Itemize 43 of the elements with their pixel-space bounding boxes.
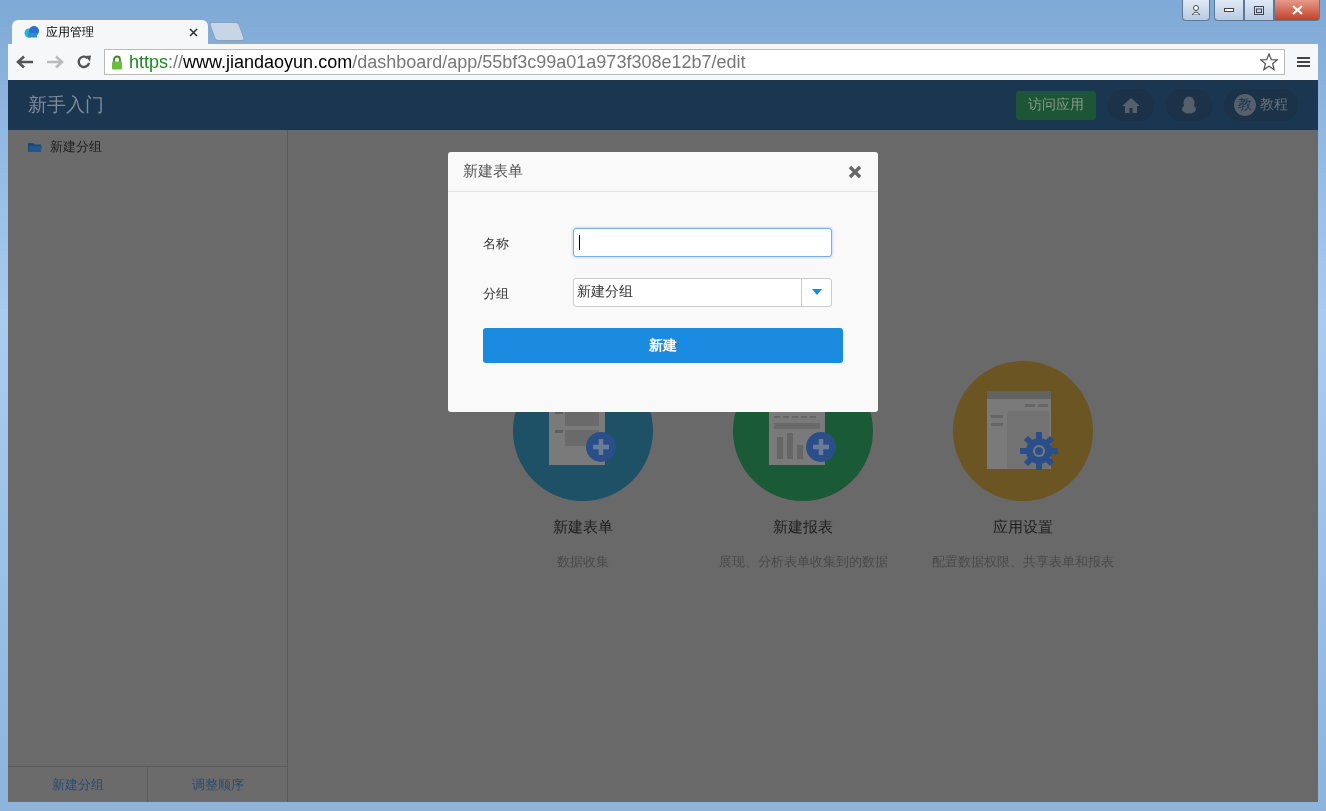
- address-bar[interactable]: https://www.jiandaoyun.com/dashboard/app/55bf3c99a01a973f308e12b7/edit: [104, 49, 1285, 75]
- maximize-icon: [1254, 5, 1264, 15]
- back-arrow-icon[interactable]: [16, 55, 34, 69]
- window-close-button[interactable]: [1274, 0, 1320, 21]
- caret-down-icon: [811, 289, 822, 295]
- folder-icon: [28, 141, 42, 153]
- tab-title: 应用管理: [46, 23, 95, 41]
- home-icon: [1121, 96, 1141, 114]
- dialog-title: 新建表单: [463, 162, 523, 181]
- name-input-field[interactable]: [573, 227, 832, 257]
- sidebar-group[interactable]: 新建分组: [8, 138, 287, 156]
- create-button[interactable]: 新建: [483, 328, 843, 363]
- tutorial-label: 教程: [1260, 96, 1288, 114]
- feature-title: 应用设置: [993, 518, 1053, 537]
- field-label: 名称: [483, 235, 510, 253]
- close-icon[interactable]: [189, 27, 198, 37]
- url-text: https://www.jiandaoyun.com/dashboard/app/55bf3c99a01a973f308e12b7/edit: [129, 51, 747, 73]
- feature-title: 新建表单: [553, 518, 613, 537]
- sidebar-footer-button[interactable]: 调整顺序: [147, 767, 287, 802]
- person-icon: [1191, 5, 1201, 15]
- sidebar-footer-button[interactable]: 新建分组: [8, 767, 147, 802]
- maximize-button[interactable]: [1244, 0, 1274, 21]
- visit-app-button[interactable]: 访问应用: [1016, 90, 1096, 120]
- cloud-icon: [24, 26, 40, 38]
- tutorial-button[interactable]: 教 教程: [1224, 89, 1298, 121]
- close-icon: [1291, 5, 1303, 15]
- document-gear-icon: [987, 391, 1059, 471]
- penguin-icon: [1181, 96, 1197, 114]
- profile-button[interactable]: [1182, 0, 1210, 21]
- group-select[interactable]: 新建分组: [573, 277, 832, 307]
- lock-icon: [111, 54, 123, 70]
- text-cursor: [579, 234, 580, 250]
- browser-tab[interactable]: 应用管理: [12, 20, 208, 44]
- app-title: 新手入门: [28, 93, 105, 117]
- close-icon[interactable]: [848, 164, 862, 179]
- star-icon[interactable]: [1260, 53, 1278, 71]
- minimize-button[interactable]: [1214, 0, 1244, 21]
- tutorial-avatar: 教: [1234, 94, 1256, 116]
- field-label: 分组: [483, 285, 510, 303]
- minimize-icon: [1224, 8, 1234, 12]
- reload-icon[interactable]: [76, 54, 92, 70]
- menu-icon[interactable]: [1297, 56, 1310, 68]
- feature-title: 新建报表: [773, 518, 833, 537]
